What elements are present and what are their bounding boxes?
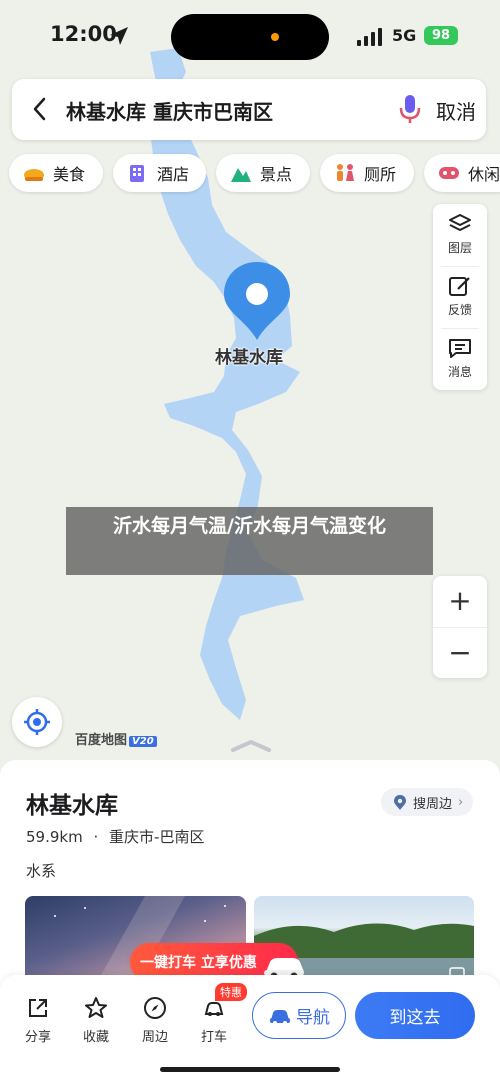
chip-label: 美食 bbox=[53, 165, 86, 184]
share-button[interactable]: 分享 bbox=[13, 996, 63, 1045]
go-here-button[interactable]: 到这去 bbox=[355, 992, 475, 1039]
taxi-button[interactable]: 打车 bbox=[189, 996, 239, 1045]
pin-label: 林基水库 bbox=[215, 348, 283, 368]
chip-scenic[interactable]: 景点 bbox=[216, 154, 310, 192]
chip-hotel[interactable]: 酒店 bbox=[113, 154, 206, 192]
map-logo-version: V20 bbox=[129, 736, 157, 747]
share-label: 分享 bbox=[24, 1030, 51, 1045]
cancel-button[interactable]: 取消 bbox=[436, 96, 476, 125]
network-type: 5G bbox=[392, 26, 417, 45]
crosshair-icon bbox=[24, 709, 50, 735]
favorite-label: 收藏 bbox=[82, 1030, 109, 1045]
voice-icon[interactable] bbox=[397, 93, 423, 125]
title-overlay: 沂水每月气温/沂水每月气温变化 bbox=[66, 507, 433, 575]
messages-label: 消息 bbox=[447, 365, 472, 379]
map-logo: 百度地图 V20 bbox=[75, 729, 157, 748]
favorite-button[interactable]: 收藏 bbox=[71, 996, 121, 1045]
sale-badge: 特惠 bbox=[215, 983, 247, 1001]
message-icon bbox=[449, 339, 471, 358]
food-icon bbox=[23, 162, 45, 184]
place-category: 水系 bbox=[26, 862, 57, 880]
place-meta: 59.9km · 重庆市-巴南区 bbox=[26, 826, 204, 847]
layers-button[interactable]: 图层 bbox=[433, 204, 487, 264]
search-nearby-button[interactable]: 搜周边 › bbox=[381, 788, 473, 816]
map-tools-panel: 图层 反馈 消息 bbox=[433, 204, 487, 390]
go-here-label: 到这去 bbox=[389, 1008, 441, 1028]
chip-label: 休闲 bbox=[468, 165, 500, 184]
home-indicator[interactable] bbox=[160, 1067, 340, 1072]
zoom-in-button[interactable]: + bbox=[433, 576, 487, 626]
overlay-text: 沂水每月气温/沂水每月气温变化 bbox=[113, 515, 386, 537]
place-title: 林基水库 bbox=[26, 793, 118, 819]
chip-leisure[interactable]: 休闲 bbox=[424, 154, 500, 192]
pin-small-icon bbox=[394, 795, 406, 810]
chevron-right-icon: › bbox=[458, 794, 464, 810]
status-time: 12:00 bbox=[50, 22, 117, 46]
status-bar: 12:00 5G 98 bbox=[0, 0, 500, 74]
chip-food[interactable]: 美食 bbox=[9, 154, 103, 192]
distance: 59.9km bbox=[26, 828, 83, 846]
hotel-icon bbox=[127, 162, 149, 184]
location-pin-icon[interactable] bbox=[222, 260, 292, 344]
location-text: 重庆市-巴南区 bbox=[109, 828, 205, 846]
toilet-icon bbox=[334, 162, 356, 184]
nearby-label: 搜周边 bbox=[413, 796, 453, 812]
promo-text: 一键打车 立享优惠 bbox=[140, 955, 257, 971]
share-icon bbox=[29, 999, 47, 1017]
locate-button[interactable] bbox=[12, 697, 62, 747]
navigate-button[interactable]: 导航 bbox=[252, 992, 346, 1039]
layers-label: 图层 bbox=[447, 241, 472, 255]
chip-label: 酒店 bbox=[157, 165, 190, 184]
zoom-out-button[interactable]: − bbox=[433, 627, 487, 678]
sheet-handle-icon[interactable] bbox=[229, 738, 273, 754]
scenic-icon bbox=[230, 162, 252, 184]
zoom-control: + − bbox=[433, 576, 487, 678]
dynamic-island bbox=[171, 14, 329, 60]
meta-separator: · bbox=[93, 828, 99, 846]
navigate-label: 导航 bbox=[296, 1008, 330, 1028]
layers-icon bbox=[449, 214, 471, 231]
chip-label: 厕所 bbox=[364, 165, 397, 184]
back-icon[interactable] bbox=[30, 96, 50, 122]
leisure-icon bbox=[438, 162, 460, 184]
nearby-action-label: 周边 bbox=[141, 1030, 168, 1045]
compass-icon bbox=[144, 997, 166, 1019]
feedback-label: 反馈 bbox=[447, 303, 472, 317]
edit-icon bbox=[449, 277, 470, 296]
search-bar[interactable]: 林基水库 重庆市巴南区 取消 bbox=[12, 79, 486, 140]
signal-icon bbox=[357, 28, 382, 46]
chip-toilet[interactable]: 厕所 bbox=[320, 154, 414, 192]
map-logo-text: 百度地图 bbox=[75, 733, 128, 748]
taxi-label: 打车 bbox=[200, 1030, 227, 1045]
battery-indicator: 98 bbox=[424, 26, 458, 45]
star-icon bbox=[85, 997, 107, 1018]
messages-button[interactable]: 消息 bbox=[433, 328, 487, 388]
feedback-button[interactable]: 反馈 bbox=[433, 266, 487, 326]
car-icon bbox=[270, 1009, 290, 1025]
nearby-button[interactable]: 周边 bbox=[130, 996, 180, 1045]
chip-label: 景点 bbox=[260, 165, 293, 184]
search-query[interactable]: 林基水库 重庆市巴南区 bbox=[66, 96, 273, 125]
location-arrow-icon bbox=[110, 27, 128, 45]
